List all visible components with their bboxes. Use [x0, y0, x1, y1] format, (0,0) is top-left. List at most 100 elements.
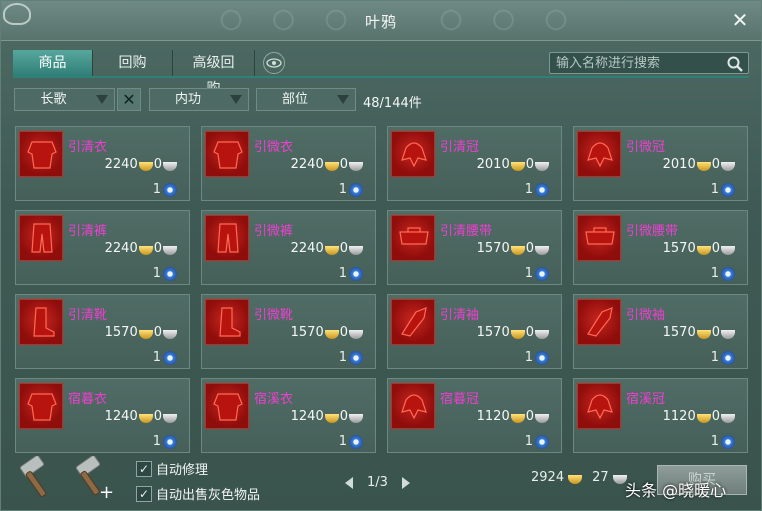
auto-sell-grey-checkbox[interactable]: ✓: [136, 485, 152, 502]
item-thumbnail-icon: [577, 383, 621, 429]
item-price-silver: 0: [339, 157, 348, 172]
chevron-down-icon: [230, 95, 242, 104]
clear-filter-button[interactable]: ✕: [117, 88, 141, 111]
item-price-gold: 2010: [476, 157, 510, 172]
item-card[interactable]: 引微腰带 1570 0 1: [573, 210, 748, 285]
item-price-gold: 1570: [476, 241, 510, 256]
item-price-silver: 0: [525, 241, 534, 256]
item-quantity-value: 1: [524, 266, 533, 281]
bound-currency-icon: [721, 266, 735, 281]
item-card[interactable]: 引清裤 2240 0 1: [15, 210, 190, 285]
gold-ingot-icon: [324, 329, 339, 339]
item-card[interactable]: 引微袖 1570 0 1: [573, 294, 748, 369]
item-price: 1240 0: [105, 409, 177, 424]
item-price: 1570 0: [477, 325, 549, 340]
silver-ingot-icon: [349, 245, 363, 255]
silver-ingot-icon: [721, 413, 735, 423]
title-bar[interactable]: 叶鸦 ✕: [1, 1, 761, 41]
item-card[interactable]: 引清衣 2240 0 1: [15, 126, 190, 201]
item-card[interactable]: 宿暮衣 1240 0 1: [15, 378, 190, 453]
auto-sell-grey-label: 自动出售灰色物品: [156, 488, 261, 503]
school-dropdown[interactable]: 长歌: [14, 88, 115, 111]
item-price-silver: 0: [525, 409, 534, 424]
item-card[interactable]: 引微裤 2240 0 1: [201, 210, 376, 285]
close-icon[interactable]: ✕: [729, 9, 751, 31]
auto-repair-checkbox[interactable]: ✓: [136, 460, 152, 477]
auto-repair-option[interactable]: ✓ 自动修理: [136, 459, 208, 478]
item-card[interactable]: 宿溪衣 1240 0 1: [201, 378, 376, 453]
auto-sell-grey-option[interactable]: ✓ 自动出售灰色物品: [136, 484, 260, 503]
item-quantity-value: 1: [338, 434, 347, 449]
item-count: 48/144件: [363, 96, 422, 111]
attribute-dropdown[interactable]: 内功: [149, 88, 249, 111]
item-quantity: 1: [339, 266, 363, 281]
bound-currency-icon: [349, 182, 363, 197]
gold-ingot-icon: [568, 474, 583, 484]
item-price-gold: 1120: [662, 409, 696, 424]
batch-repair-hammer-icon[interactable]: +: [71, 455, 114, 503]
item-thumbnail-icon: [205, 131, 249, 177]
slot-dropdown[interactable]: 部位: [256, 88, 356, 111]
search-icon[interactable]: [726, 55, 744, 73]
tab-goods[interactable]: 商品: [13, 50, 93, 76]
eye-icon[interactable]: [263, 52, 285, 74]
item-card[interactable]: 引微靴 1570 0 1: [201, 294, 376, 369]
tab-advanced-buyback[interactable]: 高级回购: [173, 50, 255, 97]
item-name: 引清冠: [440, 140, 480, 155]
silver-ingot-icon: [349, 329, 363, 339]
bound-currency-icon: [721, 350, 735, 365]
silver-ingot-icon: [721, 329, 735, 339]
silver-ingot-icon: [163, 329, 177, 339]
item-thumbnail-icon: [205, 383, 249, 429]
item-price-gold: 2240: [104, 241, 138, 256]
item-quantity: 1: [339, 434, 363, 449]
item-price-silver: 0: [525, 157, 534, 172]
next-page-icon[interactable]: [401, 476, 410, 489]
silver-ingot-icon: [163, 161, 177, 171]
gold-ingot-icon: [696, 413, 711, 423]
item-price: 2010 0: [477, 157, 549, 172]
bound-currency-icon: [721, 182, 735, 197]
search-input[interactable]: [556, 54, 722, 72]
item-name: 引清裤: [68, 224, 108, 239]
item-card[interactable]: 引清袖 1570 0 1: [387, 294, 562, 369]
item-price-gold: 1570: [104, 325, 138, 340]
item-card[interactable]: 引清腰带 1570 0 1: [387, 210, 562, 285]
silver-ingot-icon: [721, 245, 735, 255]
prev-page-icon[interactable]: [345, 476, 353, 489]
repair-hammer-icon[interactable]: [15, 455, 57, 500]
item-price-silver: 0: [711, 157, 720, 172]
watermark: 头条 @晓暖心: [625, 481, 727, 500]
item-thumbnail-icon: [205, 215, 249, 261]
item-quantity: 1: [711, 434, 735, 449]
item-name: 引微袖: [626, 308, 666, 323]
bound-currency-icon: [349, 434, 363, 449]
item-card[interactable]: 引微冠 2010 0 1: [573, 126, 748, 201]
item-quantity-value: 1: [710, 182, 719, 197]
silver-ingot-icon: [721, 161, 735, 171]
item-quantity-value: 1: [524, 182, 533, 197]
item-price-silver: 0: [153, 241, 162, 256]
item-price-gold: 2010: [662, 157, 696, 172]
item-card[interactable]: 宿暮冠 1120 0 1: [387, 378, 562, 453]
gold-ingot-icon: [510, 413, 525, 423]
item-thumbnail-icon: [577, 131, 621, 177]
item-name: 宿暮冠: [440, 392, 480, 407]
gold-ingot-icon: [696, 245, 711, 255]
item-quantity-value: 1: [152, 266, 161, 281]
item-quantity-value: 1: [152, 350, 161, 365]
item-price: 1570 0: [291, 325, 363, 340]
item-card[interactable]: 引清靴 1570 0 1: [15, 294, 190, 369]
gold-ingot-icon: [696, 161, 711, 171]
item-name: 引清腰带: [440, 224, 493, 239]
item-price-silver: 0: [153, 325, 162, 340]
item-quantity-value: 1: [524, 350, 533, 365]
item-card[interactable]: 引清冠 2010 0 1: [387, 126, 562, 201]
item-card[interactable]: 宿溪冠 1120 0 1: [573, 378, 748, 453]
silver-ingot-icon: [535, 161, 549, 171]
tab-bar: 商品 回购 高级回购: [13, 50, 285, 97]
tab-buyback[interactable]: 回购: [93, 50, 173, 76]
item-quantity: 1: [153, 434, 177, 449]
item-price-gold: 1570: [290, 325, 324, 340]
item-card[interactable]: 引微衣 2240 0 1: [201, 126, 376, 201]
